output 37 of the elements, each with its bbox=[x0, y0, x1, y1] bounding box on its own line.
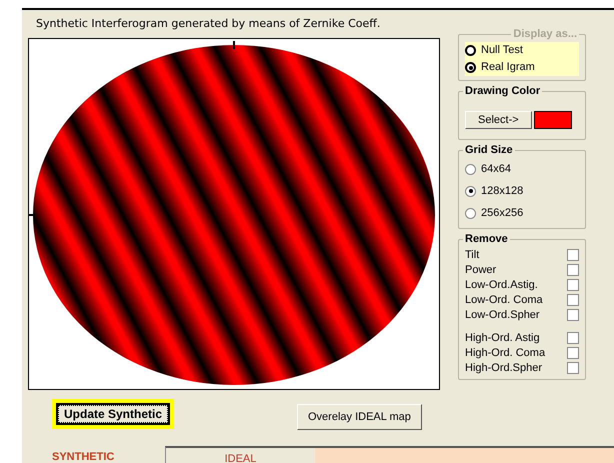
option-label: Power bbox=[465, 262, 496, 278]
radio-button[interactable] bbox=[465, 62, 476, 74]
radio-button[interactable] bbox=[465, 45, 476, 56]
option-label: 256x256 bbox=[481, 206, 524, 222]
option-label: Low-Ord.Spher bbox=[465, 308, 540, 323]
radio-button[interactable] bbox=[465, 186, 476, 197]
radio-button[interactable] bbox=[465, 208, 476, 219]
checkbox[interactable] bbox=[567, 332, 579, 344]
checkbox[interactable] bbox=[567, 278, 579, 291]
checkbox[interactable] bbox=[567, 248, 579, 261]
update-button[interactable]: Update Synthetic bbox=[56, 403, 170, 425]
option-label: 128x128 bbox=[481, 184, 524, 200]
checkbox[interactable] bbox=[567, 308, 579, 321]
option-label: High-Ord. Astig bbox=[465, 330, 540, 346]
option-label: Null Test bbox=[481, 43, 523, 58]
tab[interactable]: SYNTHETIC bbox=[22, 446, 165, 463]
overlay-button[interactable]: Overelay IDEAL map bbox=[297, 404, 422, 430]
panel-title: Synthetic Interferogram generated by means of Zernike Coeff. bbox=[36, 16, 380, 32]
option-label: High-Ord. Coma bbox=[465, 346, 546, 361]
group-label: Grid Size bbox=[464, 144, 514, 156]
checkbox[interactable] bbox=[567, 362, 579, 374]
option-label: 64x64 bbox=[481, 162, 511, 178]
option-label: Real Igram bbox=[481, 60, 535, 76]
option-label: Low-Ord. Coma bbox=[465, 292, 543, 308]
checkbox[interactable] bbox=[567, 294, 579, 306]
select-button[interactable]: Select-> bbox=[465, 111, 532, 130]
group-label: Display as... bbox=[512, 28, 578, 40]
checkbox[interactable] bbox=[567, 264, 579, 276]
option-label: Low-Ord.Astig. bbox=[465, 278, 538, 293]
radio-button[interactable] bbox=[465, 164, 476, 175]
option-label: High-Ord.Spher bbox=[465, 360, 542, 376]
option-label: Tilt bbox=[465, 248, 480, 263]
group-label: Drawing Color bbox=[464, 85, 542, 98]
color-swatch[interactable] bbox=[534, 111, 572, 130]
tab[interactable]: IDEAL bbox=[165, 446, 315, 463]
checkbox[interactable] bbox=[567, 346, 579, 359]
group-label: Remove bbox=[464, 233, 509, 246]
